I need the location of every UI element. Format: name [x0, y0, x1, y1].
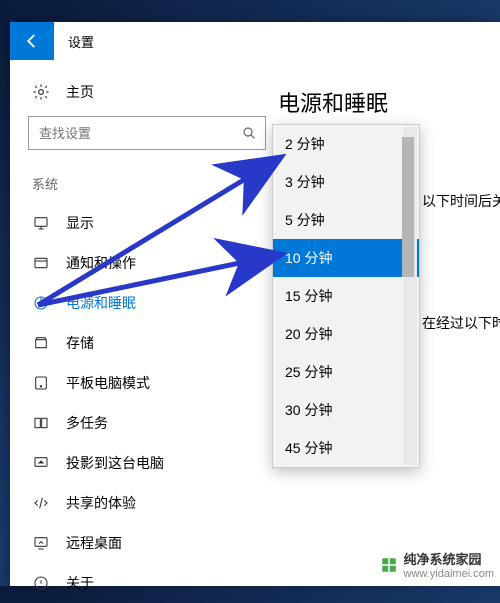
sidebar-item-label: 多任务 — [66, 413, 108, 433]
dropdown-option[interactable]: 5 分钟 — [273, 201, 419, 239]
window-title: 设置 — [54, 32, 94, 51]
section-label: 系统 — [32, 174, 272, 193]
sidebar-item-label: 投影到这台电脑 — [66, 453, 164, 473]
search-box[interactable] — [28, 116, 266, 150]
notifications-icon — [32, 254, 50, 272]
home-link[interactable]: 主页 — [28, 74, 272, 116]
sidebar-item-3[interactable]: 存储 — [28, 323, 272, 363]
share-icon — [32, 494, 50, 512]
watermark: 纯净系统家园 www.yidaimei.com — [380, 549, 494, 580]
page-title: 电源和睡眠 — [278, 86, 500, 118]
dropdown-option[interactable]: 15 分钟 — [273, 277, 419, 315]
sidebar-item-label: 共享的体验 — [66, 493, 136, 513]
watermark-logo-icon — [380, 556, 398, 574]
display-icon — [32, 214, 50, 232]
sidebar-item-label: 显示 — [66, 213, 94, 233]
tablet-icon — [32, 374, 50, 392]
sidebar-item-label: 平板电脑模式 — [66, 373, 150, 393]
sidebar-item-8[interactable]: 远程桌面 — [28, 523, 272, 563]
time-dropdown[interactable]: 2 分钟3 分钟5 分钟10 分钟15 分钟20 分钟25 分钟30 分钟45 … — [272, 124, 420, 468]
sidebar-item-0[interactable]: 显示 — [28, 203, 272, 243]
dropdown-option[interactable]: 45 分钟 — [273, 429, 419, 467]
sidebar-item-9[interactable]: 关于 — [28, 563, 272, 603]
watermark-brand: 纯净系统家园 — [404, 549, 494, 568]
power-icon — [32, 294, 50, 312]
main-panel: 电源和睡眠 2 分钟3 分钟5 分钟10 分钟15 分钟20 分钟25 分钟30… — [272, 60, 500, 586]
search-input[interactable] — [29, 126, 233, 141]
settings-window: 设置 主页 系统 显示通知和操作电源和睡眠存储平板电脑模式多任务投影到这台电脑共… — [10, 22, 500, 586]
remote-desktop-icon — [32, 534, 50, 552]
sidebar-item-label: 存储 — [66, 333, 94, 353]
sidebar-item-label: 远程桌面 — [66, 533, 122, 553]
home-label: 主页 — [66, 82, 94, 102]
sidebar-item-2[interactable]: 电源和睡眠 — [28, 283, 272, 323]
sleep-after-label: 在经过以下时间后 — [422, 313, 500, 333]
watermark-url: www.yidaimei.com — [404, 568, 494, 580]
dropdown-scrollbar[interactable] — [403, 127, 417, 465]
about-icon — [32, 574, 50, 592]
back-button[interactable] — [10, 22, 54, 60]
sidebar-item-1[interactable]: 通知和操作 — [28, 243, 272, 283]
search-icon — [233, 125, 265, 141]
content-area: 主页 系统 显示通知和操作电源和睡眠存储平板电脑模式多任务投影到这台电脑共享的体… — [10, 60, 500, 586]
screen-off-label: 以下时间后关闭 — [422, 191, 500, 211]
scrollbar-thumb[interactable] — [402, 137, 414, 277]
arrow-left-icon — [23, 32, 41, 50]
storage-icon — [32, 334, 50, 352]
sidebar-item-4[interactable]: 平板电脑模式 — [28, 363, 272, 403]
dropdown-option[interactable]: 2 分钟 — [273, 125, 419, 163]
multitask-icon — [32, 414, 50, 432]
dropdown-option[interactable]: 3 分钟 — [273, 163, 419, 201]
project-icon — [32, 454, 50, 472]
sidebar-item-label: 电源和睡眠 — [66, 293, 136, 313]
titlebar: 设置 — [10, 22, 500, 60]
gear-icon — [32, 83, 50, 101]
dropdown-option[interactable]: 30 分钟 — [273, 391, 419, 429]
dropdown-option[interactable]: 25 分钟 — [273, 353, 419, 391]
nav-list: 显示通知和操作电源和睡眠存储平板电脑模式多任务投影到这台电脑共享的体验远程桌面关… — [28, 203, 272, 603]
dropdown-option[interactable]: 20 分钟 — [273, 315, 419, 353]
sidebar-item-6[interactable]: 投影到这台电脑 — [28, 443, 272, 483]
dropdown-option[interactable]: 10 分钟 — [273, 239, 419, 277]
sidebar: 主页 系统 显示通知和操作电源和睡眠存储平板电脑模式多任务投影到这台电脑共享的体… — [10, 60, 272, 586]
sidebar-item-5[interactable]: 多任务 — [28, 403, 272, 443]
sidebar-item-label: 关于 — [66, 573, 94, 593]
sidebar-item-7[interactable]: 共享的体验 — [28, 483, 272, 523]
sidebar-item-label: 通知和操作 — [66, 253, 136, 273]
